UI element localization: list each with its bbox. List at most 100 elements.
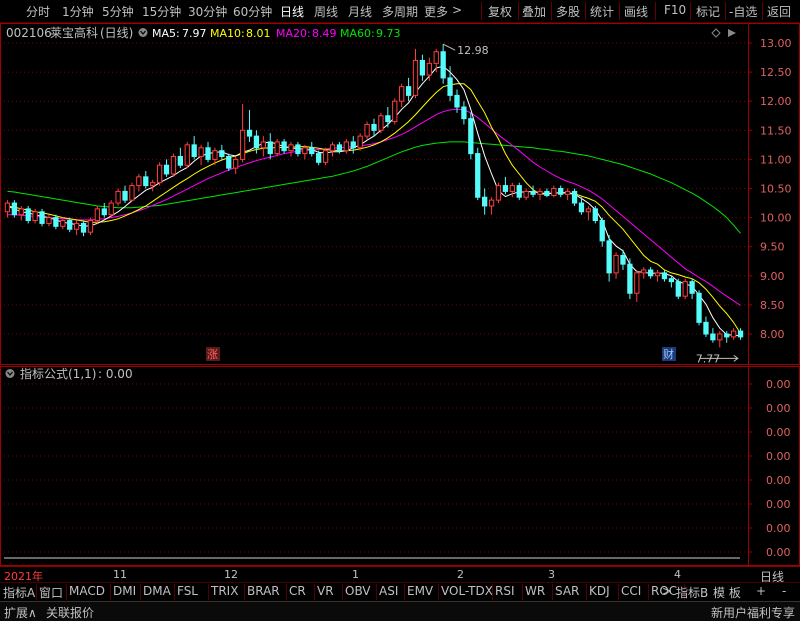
candle[interactable] [350,136,356,154]
period-tab-weekly[interactable]: 周线 [314,3,338,20]
indicator-tab[interactable]: MACD [69,584,105,598]
candle[interactable] [143,171,149,189]
candle[interactable] [239,104,246,163]
indicator-tab[interactable]: DMA [143,584,171,598]
candle[interactable] [419,54,426,81]
candle[interactable] [558,185,564,198]
candle[interactable] [440,44,446,84]
period-tab-1min[interactable]: 1分钟 [62,3,94,20]
candle[interactable] [150,179,156,192]
indicator-tab[interactable]: CR [289,584,306,598]
candle[interactable] [509,182,515,198]
candle[interactable] [502,176,509,195]
candle[interactable] [412,48,419,99]
candle[interactable] [184,141,190,169]
period-tab-monthly[interactable]: 月线 [348,3,372,20]
remove-panel-button[interactable]: - [782,584,786,598]
candle[interactable] [329,141,336,157]
candle[interactable] [717,331,723,348]
candlestick-chart[interactable]: 13.00 12.50 12.00 11.50 11.00 10.50 10.00 9.50 9… [0,23,800,365]
tabs-more-icon[interactable]: > [662,584,672,598]
indicator-b-tab[interactable]: 指标B [676,584,708,601]
remove-watchlist-button[interactable]: -自选 [729,3,757,20]
candle[interactable] [11,200,18,218]
template-button[interactable]: 模 板 [713,584,741,601]
candle[interactable] [163,159,170,177]
multi-stock-button[interactable]: 多股 [556,3,580,20]
candle[interactable] [613,252,619,279]
candle[interactable] [433,48,439,73]
candle[interactable] [405,77,412,102]
restore-rights-button[interactable]: 复权 [488,3,512,20]
candle[interactable] [585,205,592,221]
candle[interactable] [392,98,398,125]
indicator-tab[interactable]: CCI [621,584,641,598]
candle[interactable] [468,112,474,160]
candle[interactable] [122,185,128,204]
period-tab-30min[interactable]: 30分钟 [188,3,227,20]
candle[interactable] [737,328,744,340]
indicator-tab[interactable]: KDJ [589,584,610,598]
add-panel-button[interactable]: + [756,584,766,598]
candle[interactable] [198,144,204,166]
indicator-tab[interactable]: ASI [379,584,398,598]
candle[interactable] [156,162,163,186]
candle[interactable] [108,200,114,218]
financial-report-marker[interactable]: 财 [663,347,674,361]
indicator-tab[interactable]: EMV [407,584,433,598]
candle[interactable] [226,153,232,172]
indicator-tab[interactable]: BRAR [247,584,280,598]
indicator-tab[interactable]: DMI [113,584,136,598]
indicator-tab[interactable]: RSI [495,584,515,598]
candle[interactable] [730,328,737,340]
candle[interactable] [696,290,702,326]
candle[interactable] [689,278,695,300]
candle[interactable] [53,214,59,230]
indicator-toggle-icon[interactable] [138,28,148,37]
period-tab-daily[interactable]: 日线 [280,3,304,20]
indicator-tab[interactable]: VR [317,584,334,598]
new-user-promo-link[interactable]: 新用户福利专享 [711,604,795,621]
candle[interactable] [177,147,183,169]
candle[interactable] [80,220,87,237]
candle[interactable] [482,188,488,215]
more-arrow-icon[interactable]: > [452,3,462,17]
mark-button[interactable]: 标记 [696,3,720,20]
candle[interactable] [461,101,467,125]
candle[interactable] [523,188,529,201]
candle[interactable] [634,269,640,302]
candle[interactable] [364,121,370,140]
limit-up-marker[interactable]: 涨 [207,348,218,361]
candle[interactable] [309,141,315,157]
candle[interactable] [516,182,522,201]
candle[interactable] [322,147,329,166]
candle[interactable] [115,188,121,206]
draw-line-button[interactable]: 画线 [624,3,648,20]
candle[interactable] [357,133,363,151]
play-icon[interactable] [728,29,736,37]
candle[interactable] [537,188,543,201]
overlay-button[interactable]: 叠加 [522,3,546,20]
indicator-tab[interactable]: 窗口 [39,584,63,601]
candle[interactable] [530,185,536,198]
candle[interactable] [73,220,80,236]
candle[interactable] [246,109,253,142]
indicator-tab[interactable]: OBV [345,584,371,598]
period-tab-60min[interactable]: 60分钟 [233,3,272,20]
candle[interactable] [274,139,280,157]
candle[interactable] [87,217,94,236]
candle[interactable] [101,203,107,218]
candle[interactable] [260,136,266,157]
indicator-toggle-icon[interactable] [5,369,15,378]
candle[interactable] [571,188,578,206]
statistics-button[interactable]: 统计 [590,3,614,20]
candle[interactable] [371,118,377,137]
related-quotes-button[interactable]: 关联报价 [46,604,94,621]
period-tab-more[interactable]: 更多 [424,3,448,20]
f10-button[interactable]: F10 [664,3,686,17]
candle[interactable] [475,147,481,201]
candle[interactable] [661,269,668,282]
indicator-panel[interactable]: 0.00 0.00 0.00 0.00 0.00 0.00 0.00 0.00 指标公式(1,… [0,366,800,566]
candle[interactable] [39,208,45,227]
candle[interactable] [641,267,647,279]
